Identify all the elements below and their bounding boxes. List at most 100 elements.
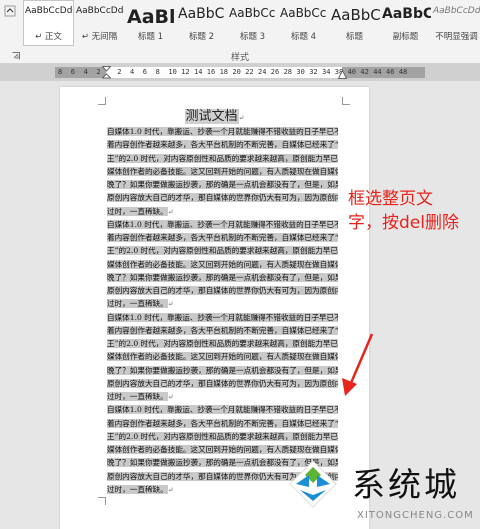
- ruler-number: 6: [142, 68, 148, 76]
- style-gallery-item[interactable]: AaBbCcDd ↵ 无间隔: [74, 0, 125, 46]
- selected-text: 过时，一直稀缺。: [107, 392, 168, 401]
- ruler-number: 6: [70, 68, 76, 76]
- text-line[interactable]: 着内容创作者越来越多，各大平台机制的不断完善，自媒体已经来了“内容为: [107, 417, 338, 430]
- red-arrow-icon: [342, 333, 374, 396]
- ruler-number: 46: [386, 68, 395, 76]
- style-gallery-item[interactable]: AaBbCcDd 不明显强调: [431, 0, 480, 46]
- instruction-annotation: 框选整页文 字，按del删除: [348, 187, 480, 235]
- selected-text: 晚了？如果你要做搬运抄袭，那的确是一点机会都没有了，但是，如果你要做: [107, 180, 338, 189]
- horizontal-ruler[interactable]: 8 6 4 2 2 4 6 8 10 12 14 16 18 20 22 24 26 28 30 32 34 38 40 42…: [0, 64, 480, 81]
- style-sample-text: AaBbC: [178, 6, 225, 22]
- text-line[interactable]: 晚了？如果你要做搬运抄袭，那的确是一点机会都没有了，但是，如果你要做: [107, 178, 338, 191]
- annotation-line-2: 字，按del删除: [348, 213, 459, 233]
- selected-text: 晚了？如果你要做搬运抄袭，那的确是一点机会都没有了，但是，如果你要做: [107, 272, 338, 282]
- ruler-number: 14: [194, 68, 203, 76]
- style-label: 标题: [345, 32, 363, 42]
- text-line[interactable]: 自媒体1.0 时代，靠搬运、抄袭一个月就能赚得不错收益的日子早已不在，随: [107, 125, 338, 138]
- ruler-number: 24: [258, 68, 267, 76]
- style-gallery-item[interactable]: AaBbCc 标题 3: [227, 0, 278, 46]
- selected-text: 着内容创作者越来越多，各大平台机制的不断完善，自媒体已经来了“内容为: [107, 233, 338, 242]
- ruler-number: 26: [270, 68, 280, 76]
- ruler-number: 28: [283, 68, 293, 76]
- text-line[interactable]: 媒体创作者的必备技能。这又回到开始的问题，有人质疑现在做自媒体是不是: [107, 258, 338, 271]
- text-line[interactable]: 媒体创作者的必备技能。这又回到开始的问题，有人质疑现在做自媒体是不是: [107, 165, 338, 178]
- gallery-scroll-up-button[interactable]: [1, 0, 19, 22]
- paragraph-mark: ↵: [167, 485, 174, 494]
- ruler-number: 4: [83, 68, 88, 76]
- style-label: 不明显强调: [435, 32, 478, 42]
- selected-text: 自媒体1.0 时代，靠搬运、抄袭一个月就能赚得不错收益的日子早已不在，随: [107, 127, 338, 136]
- style-gallery-item[interactable]: AaBbC 副标题: [380, 0, 431, 46]
- style-gallery-item[interactable]: AaBl 标题 1: [125, 0, 176, 46]
- ruler-number: 30: [296, 68, 305, 76]
- text-line[interactable]: 王”的2.0 时代，对内容原创性和品质的要求越来越高，原创能力早已成为自: [107, 430, 338, 443]
- style-gallery-item[interactable]: AaBbCcDd ↵ 正文: [23, 0, 74, 46]
- text-line[interactable]: 过时，一直稀缺。↵: [107, 390, 338, 403]
- text-line[interactable]: 王”的2.0 时代，对内容原创性和品质的要求越来越高，原创能力早已成为自: [107, 152, 338, 165]
- site-watermark: 系统城 XITONGCHENG.COM: [282, 452, 480, 529]
- selected-text: 原创内容放大自己的才华，那自媒体的世界你仍大有可为，因为原创内容永不: [107, 286, 338, 295]
- style-sample-text: AaBbC: [382, 6, 431, 22]
- selected-text: 着内容创作者越来越多，各大平台机制的不断完善，自媒体已经来了“内容为: [107, 140, 338, 150]
- text-line[interactable]: 王”的2.0 时代，对内容原创性和品质的要求越来越高，原创能力早已成为自: [107, 337, 338, 350]
- ruler-number: 10: [168, 68, 177, 76]
- ruler-number: 44: [373, 68, 382, 76]
- selected-text: 自媒体1.0 时代，靠搬运、抄袭一个月就能赚得不错收益的日子早已不在，随: [107, 405, 338, 415]
- text-line[interactable]: 晚了？如果你要做搬运抄袭，那的确是一点机会都没有了，但是，如果你要做: [107, 364, 338, 377]
- text-line[interactable]: 晚了？如果你要做搬运抄袭，那的确是一点机会都没有了，但是，如果你要做: [107, 271, 338, 284]
- paragraph-mark: ↵: [167, 207, 174, 216]
- xitongcheng-logo-icon: [289, 460, 337, 508]
- document-title[interactable]: 测试文档↵: [60, 105, 369, 124]
- ruler-number: 20: [232, 68, 241, 76]
- crop-mark-top-right: [342, 97, 350, 105]
- right-indent-marker-icon[interactable]: [338, 70, 347, 79]
- style-label: 标题 2: [188, 32, 215, 42]
- style-sample-text: AaBbCcDd: [76, 6, 124, 16]
- selected-text: 王”的2.0 时代，对内容原创性和品质的要求越来越高，原创能力早已成为自: [107, 339, 338, 348]
- text-line[interactable]: 媒体创作者的必备技能。这又回到开始的问题，有人质疑现在做自媒体是不是: [107, 350, 338, 363]
- paragraph-mark: ↵: [167, 300, 174, 309]
- document-body-text[interactable]: 自媒体1.0 时代，靠搬运、抄袭一个月就能赚得不错收益的日子早已不在，随着内容创…: [107, 125, 338, 496]
- text-line[interactable]: 过时，一直稀缺。↵: [107, 297, 338, 310]
- text-line[interactable]: 自媒体1.0 时代，靠搬运、抄袭一个月就能赚得不错收益的日子早已不在，随: [107, 218, 338, 231]
- selected-text: 自媒体1.0 时代，靠搬运、抄袭一个月就能赚得不错收益的日子早已不在，随: [107, 312, 338, 322]
- paragraph-mark: ↵: [238, 114, 245, 122]
- text-line[interactable]: 王”的2.0 时代，对内容原创性和品质的要求越来越高，原创能力早已成为自: [107, 244, 338, 257]
- style-gallery-item[interactable]: AaBbC 标题: [329, 0, 380, 46]
- style-gallery-item[interactable]: AaBbCc 标题 4: [278, 0, 329, 46]
- text-line[interactable]: 自媒体1.0 时代，靠搬运、抄袭一个月就能赚得不错收益的日子早已不在，随: [107, 311, 338, 324]
- text-line[interactable]: 着内容创作者越来越多，各大平台机制的不断完善，自媒体已经来了“内容为: [107, 231, 338, 244]
- text-line[interactable]: 着内容创作者越来越多，各大平台机制的不断完善，自媒体已经来了“内容为: [107, 138, 338, 151]
- watermark-name: 系统城: [352, 465, 460, 504]
- style-label: 标题 4: [290, 32, 317, 42]
- text-line[interactable]: 着内容创作者越来越多，各大平台机制的不断完善，自媒体已经来了“内容为: [107, 324, 338, 337]
- ruler-number: 12: [181, 68, 190, 76]
- text-line[interactable]: 自媒体1.0 时代，靠搬运、抄袭一个月就能赚得不错收益的日子早已不在，随: [107, 403, 338, 416]
- style-label: 标题 3: [239, 32, 266, 42]
- annotation-line-1: 框选整页文: [348, 189, 433, 209]
- style-sample-text: AaBbCcDd: [25, 6, 73, 16]
- text-line[interactable]: 原创内容放大自己的才华，那自媒体的世界你仍大有可为，因为原创内容永不: [107, 284, 338, 297]
- selected-text: 媒体创作者的必备技能。这又回到开始的问题，有人质疑现在做自媒体是不是: [107, 352, 338, 362]
- crop-mark-top-left: [98, 97, 106, 105]
- style-sample-text: AaBbCcDd: [433, 6, 480, 16]
- text-line[interactable]: 原创内容放大自己的才华，那自媒体的世界你仍大有可为，因为原创内容永不: [107, 191, 338, 204]
- text-line[interactable]: 原创内容放大自己的才华，那自媒体的世界你仍大有可为，因为原创内容永不: [107, 377, 338, 390]
- selected-text: 自媒体1.0 时代，靠搬运、抄袭一个月就能赚得不错收益的日子早已不在，随: [107, 219, 338, 229]
- paragraph-mark: ↵: [167, 393, 174, 401]
- ruler-number: 34: [322, 68, 331, 76]
- chevron-up-icon: [4, 5, 16, 17]
- style-label: ↵ 正文: [35, 32, 62, 42]
- selected-text: 晚了？如果你要做搬运抄袭，那的确是一点机会都没有了，但是，如果你要做: [107, 365, 338, 375]
- style-gallery-item[interactable]: AaBbC 标题 2: [176, 0, 227, 46]
- indent-marker-icon[interactable]: [102, 66, 111, 80]
- ruler-number: 22: [245, 68, 254, 76]
- watermark-url: XITONGCHENG.COM: [357, 510, 474, 521]
- ruler-number: 18: [219, 68, 229, 76]
- ruler-number: 8: [155, 68, 160, 76]
- ruler-number: 40: [347, 68, 357, 76]
- text-line[interactable]: 过时，一直稀缺。↵: [107, 205, 338, 218]
- selected-text: 过时，一直稀缺。: [107, 484, 168, 494]
- style-sample-text: AaBl: [127, 6, 176, 28]
- style-label: 副标题: [392, 32, 419, 42]
